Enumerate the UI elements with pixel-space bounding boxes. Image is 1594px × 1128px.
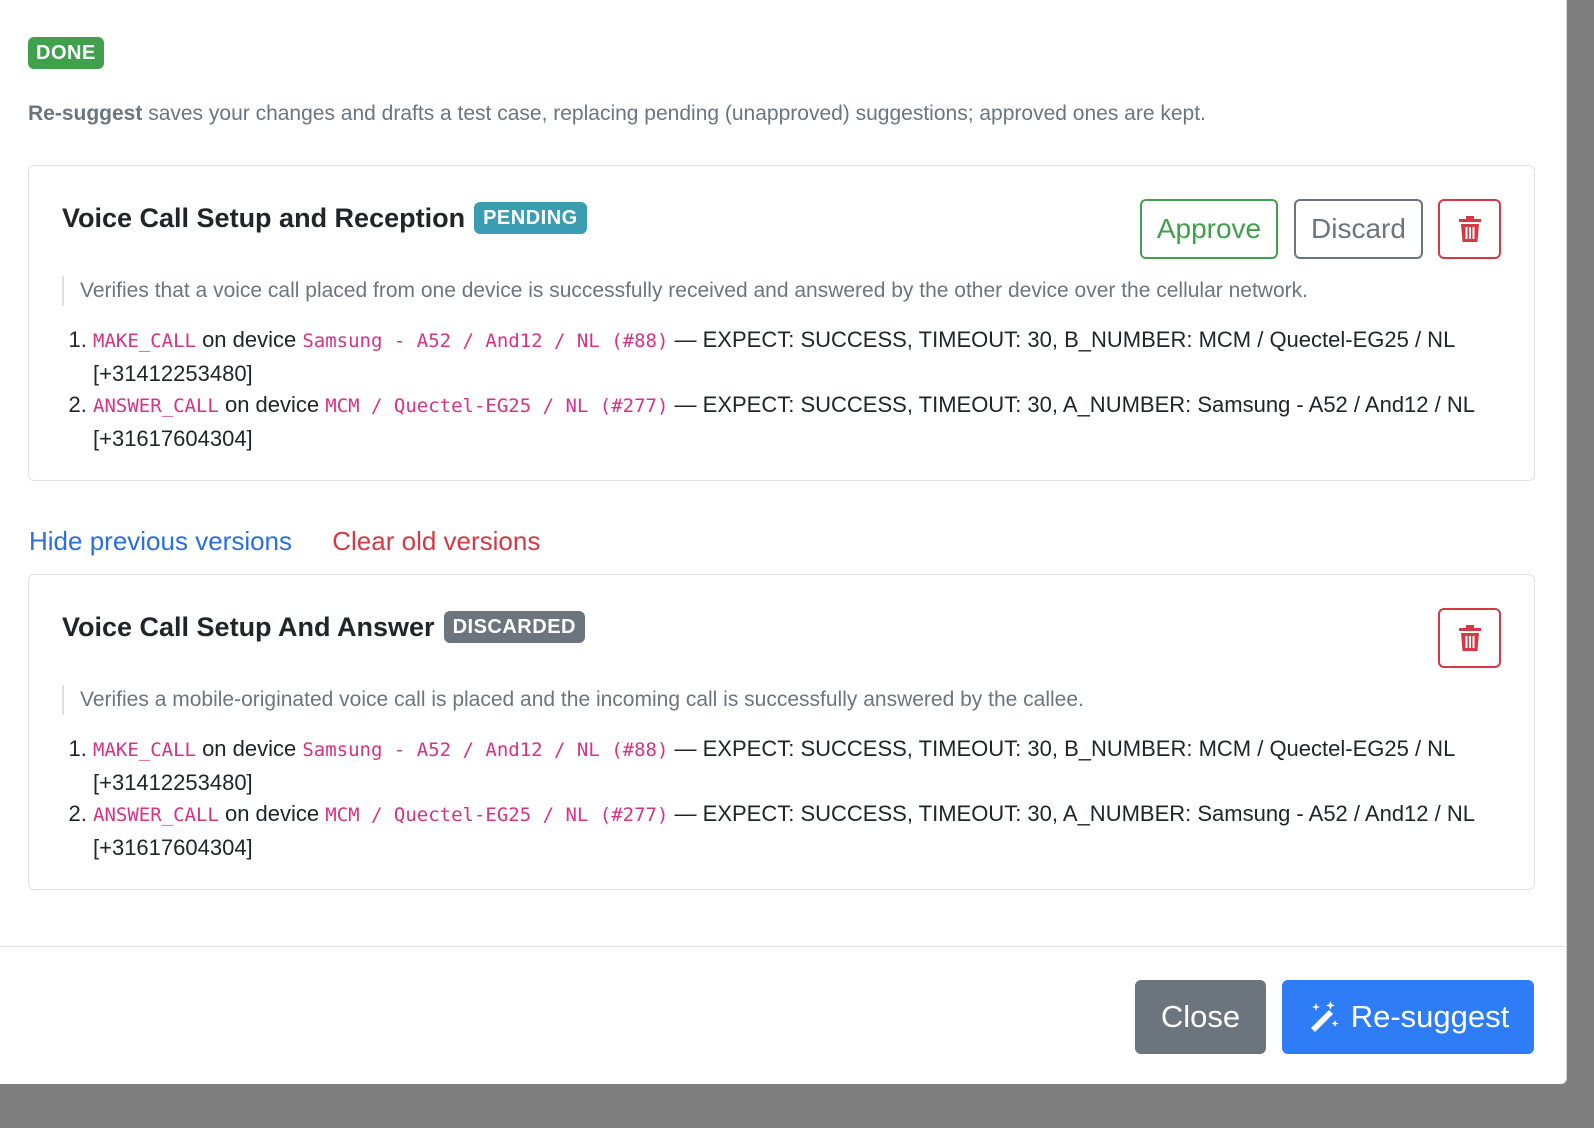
modal-dialog: DONE Re-suggest saves your changes and d… bbox=[0, 0, 1567, 1084]
approve-button[interactable]: Approve bbox=[1140, 199, 1278, 259]
resuggest-label: Re-suggest bbox=[1350, 999, 1510, 1034]
pending-badge: PENDING bbox=[474, 202, 587, 234]
intro-rest: saves your changes and drafts a test cas… bbox=[142, 102, 1206, 125]
step-item: ANSWER_CALL on device MCM / Quectel-EG25… bbox=[93, 389, 1533, 454]
card-title: Voice Call Setup and Reception PENDING bbox=[62, 202, 587, 234]
suggestion-card-current: Voice Call Setup and Reception PENDING A… bbox=[28, 165, 1535, 481]
versions-links: Hide previous versions Clear old version… bbox=[29, 526, 540, 557]
magic-wand-icon bbox=[1310, 1001, 1339, 1032]
modal-footer: Close Re-suggest bbox=[0, 946, 1566, 1084]
step-item: ANSWER_CALL on device MCM / Quectel-EG25… bbox=[93, 798, 1533, 863]
card-description: Verifies a mobile-originated voice call … bbox=[62, 685, 1084, 715]
steps-list: MAKE_CALL on device Samsung - A52 / And1… bbox=[62, 733, 1533, 863]
step-device: Samsung - A52 / And12 / NL (#88) bbox=[302, 739, 669, 761]
step-device: Samsung - A52 / And12 / NL (#88) bbox=[302, 330, 669, 352]
discard-button[interactable]: Discard bbox=[1294, 199, 1423, 259]
step-item: MAKE_CALL on device Samsung - A52 / And1… bbox=[93, 324, 1533, 389]
suggestion-card-previous: Voice Call Setup And Answer DISCARDED Ve… bbox=[28, 574, 1535, 890]
steps-list: MAKE_CALL on device Samsung - A52 / And1… bbox=[62, 324, 1533, 454]
step-action: ANSWER_CALL bbox=[93, 395, 219, 417]
modal-body: DONE Re-suggest saves your changes and d… bbox=[28, 0, 1535, 946]
step-item: MAKE_CALL on device Samsung - A52 / And1… bbox=[93, 733, 1533, 798]
step-on-label: on device bbox=[218, 392, 326, 417]
step-on-label: on device bbox=[195, 736, 303, 761]
card-description: Verifies that a voice call placed from o… bbox=[62, 276, 1308, 306]
discarded-badge: DISCARDED bbox=[443, 611, 585, 643]
intro-text: Re-suggest saves your changes and drafts… bbox=[28, 102, 1206, 126]
hide-previous-versions-link[interactable]: Hide previous versions bbox=[29, 526, 292, 556]
step-action: MAKE_CALL bbox=[93, 330, 196, 352]
delete-button[interactable] bbox=[1438, 199, 1501, 259]
card-title-text: Voice Call Setup and Reception bbox=[62, 202, 466, 233]
step-on-label: on device bbox=[218, 801, 326, 826]
clear-old-versions-link[interactable]: Clear old versions bbox=[332, 526, 540, 556]
step-on-label: on device bbox=[195, 327, 303, 352]
step-device: MCM / Quectel-EG25 / NL (#277) bbox=[325, 395, 669, 417]
step-device: MCM / Quectel-EG25 / NL (#277) bbox=[325, 804, 669, 826]
card-title-text: Voice Call Setup And Answer bbox=[62, 611, 435, 642]
card-title: Voice Call Setup And Answer DISCARDED bbox=[62, 611, 585, 643]
status-badge: DONE bbox=[28, 37, 104, 69]
resuggest-button[interactable]: Re-suggest bbox=[1282, 980, 1534, 1054]
close-button[interactable]: Close bbox=[1135, 980, 1266, 1054]
delete-button[interactable] bbox=[1438, 608, 1501, 668]
intro-bold: Re-suggest bbox=[28, 102, 143, 125]
trash-icon bbox=[1458, 624, 1481, 651]
trash-icon bbox=[1458, 215, 1481, 242]
step-action: ANSWER_CALL bbox=[93, 804, 219, 826]
step-action: MAKE_CALL bbox=[93, 739, 196, 761]
